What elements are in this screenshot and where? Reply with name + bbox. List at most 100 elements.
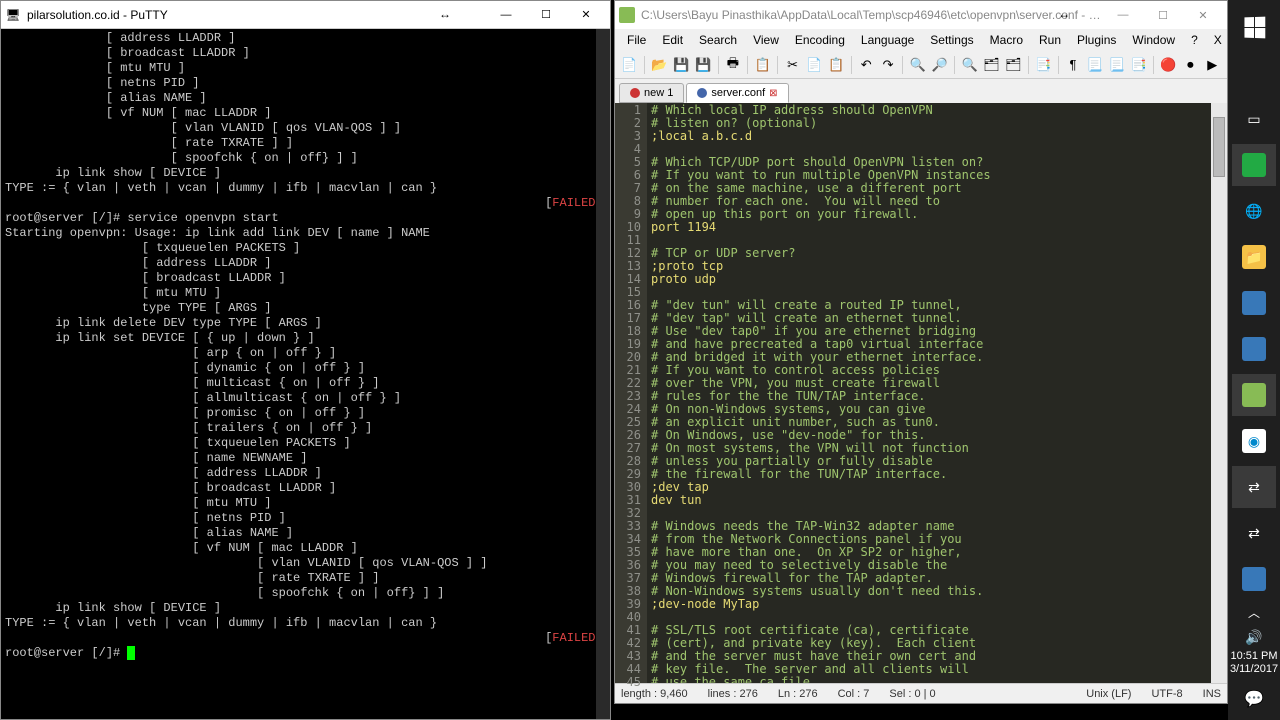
status-col: Col : 7 <box>838 688 870 700</box>
close-button[interactable]: ✕ <box>566 2 606 28</box>
menu-settings[interactable]: Settings <box>922 31 981 49</box>
windows-taskbar: ▭ 🌐 📁 ◉ ⇄ ⇄ ︿ 🔊 10:51 PM 3/11/2017 💬 <box>1228 0 1280 720</box>
chrome-icon: 🌐 <box>1242 199 1266 223</box>
notepadpp-icon <box>1242 383 1266 407</box>
taskbar-app-winscp[interactable] <box>1232 282 1276 324</box>
menu-?[interactable]: ? <box>1183 31 1206 49</box>
toolbar-btn-10[interactable]: ↷ <box>878 54 899 76</box>
toolbar-btn-23[interactable]: ▶ <box>1202 54 1223 76</box>
taskbar-app-transfer[interactable]: ⇄ <box>1232 466 1276 508</box>
tray-volume[interactable]: 🔊 <box>1232 626 1276 648</box>
menu-encoding[interactable]: Encoding <box>787 31 853 49</box>
toolbar-btn-16[interactable]: 📑 <box>1033 54 1054 76</box>
toolbar-btn-1[interactable]: 📂 <box>649 54 670 76</box>
toolbar: 📄📂💾💾🖶📋✂📄📋↶↷🔍🔎🔍🗂🗂📑¶📃📃📑🔴⏺▶ <box>615 51 1227 79</box>
toolbar-btn-18[interactable]: 📃 <box>1084 54 1105 76</box>
clock-time: 10:51 PM <box>1230 650 1278 663</box>
taskbar-app-explorer[interactable]: 📁 <box>1232 236 1276 278</box>
taskbar-app-chrome[interactable]: 🌐 <box>1232 190 1276 232</box>
transfer-icon: ⇄ <box>1242 521 1266 545</box>
task-view-button[interactable]: ▭ <box>1232 98 1276 140</box>
action-center[interactable]: 💬 <box>1232 684 1276 714</box>
maximize-button[interactable]: ☐ <box>526 2 566 28</box>
toolbar-btn-6[interactable]: ✂ <box>782 54 803 76</box>
start-button[interactable] <box>1232 6 1276 48</box>
toolbar-btn-13[interactable]: 🔍 <box>959 54 980 76</box>
status-ln: Ln : 276 <box>778 688 818 700</box>
tab-new-1[interactable]: new 1 <box>619 83 684 103</box>
taskbar-app-teamviewer[interactable]: ◉ <box>1232 420 1276 462</box>
chevron-up-icon: ︿ <box>1248 604 1260 621</box>
menu-macro[interactable]: Macro <box>982 31 1031 49</box>
toolbar-btn-4[interactable]: 🖶 <box>722 54 743 76</box>
code-area[interactable]: # Which local IP address should OpenVPN#… <box>647 103 1211 683</box>
toolbar-btn-21[interactable]: 🔴 <box>1158 54 1179 76</box>
npp-titlebar[interactable]: C:\Users\Bayu Pinasthika\AppData\Local\T… <box>615 1 1227 29</box>
toolbar-btn-20[interactable]: 📑 <box>1128 54 1149 76</box>
menu-file[interactable]: File <box>619 31 654 49</box>
maximize-button[interactable]: ☐ <box>1143 2 1183 28</box>
toolbar-btn-3[interactable]: 💾 <box>693 54 714 76</box>
toolbar-btn-15[interactable]: 🗂 <box>1003 54 1024 76</box>
putty-icon <box>1242 153 1266 177</box>
taskbar-app-transfer2[interactable]: ⇄ <box>1232 512 1276 554</box>
winscp-icon <box>1242 337 1266 361</box>
status-ins: INS <box>1203 688 1221 700</box>
toolbar-btn-12[interactable]: 🔎 <box>929 54 950 76</box>
toolbar-btn-2[interactable]: 💾 <box>671 54 692 76</box>
menu-search[interactable]: Search <box>691 31 745 49</box>
menu-close[interactable]: X <box>1206 31 1230 49</box>
status-length: length : 9,460 <box>621 688 688 700</box>
folder-icon: 📁 <box>1242 245 1266 269</box>
menu-window[interactable]: Window <box>1124 31 1183 49</box>
scrollbar-thumb[interactable] <box>1213 117 1225 177</box>
editor: 1234567891011121314151617181920212223242… <box>615 103 1227 683</box>
toolbar-btn-11[interactable]: 🔍 <box>907 54 928 76</box>
resize-handle-icon[interactable]: ↔ <box>439 7 451 21</box>
putty-icon: 🖥 <box>5 7 21 23</box>
menu-edit[interactable]: Edit <box>654 31 691 49</box>
close-button[interactable]: ✕ <box>1183 2 1223 28</box>
toolbar-btn-22[interactable]: ⏺ <box>1180 54 1201 76</box>
scrollbar[interactable] <box>596 29 610 719</box>
menu-bar: FileEditSearchViewEncodingLanguageSettin… <box>615 29 1227 51</box>
clock[interactable]: 10:51 PM 3/11/2017 <box>1230 650 1278 676</box>
npp-title: C:\Users\Bayu Pinasthika\AppData\Local\T… <box>641 8 1103 22</box>
taskbar-app-notes[interactable] <box>1232 558 1276 600</box>
taskbar-app-winscp2[interactable] <box>1232 328 1276 370</box>
toolbar-btn-0[interactable]: 📄 <box>619 54 640 76</box>
toolbar-btn-9[interactable]: ↶ <box>856 54 877 76</box>
volume-icon: 🔊 <box>1245 629 1262 646</box>
menu-view[interactable]: View <box>745 31 787 49</box>
menu-language[interactable]: Language <box>853 31 922 49</box>
terminal-content[interactable]: [ address LLADDR ] [ broadcast LLADDR ] … <box>1 29 610 719</box>
scrollbar[interactable] <box>1211 103 1227 683</box>
toolbar-btn-8[interactable]: 📋 <box>826 54 847 76</box>
toolbar-btn-17[interactable]: ¶ <box>1063 54 1084 76</box>
tab-bar: new 1server.conf⊠ <box>615 79 1227 103</box>
toolbar-btn-5[interactable]: 📋 <box>752 54 773 76</box>
transfer-icon: ⇄ <box>1242 475 1266 499</box>
tray-expand[interactable]: ︿ <box>1232 602 1276 622</box>
toolbar-btn-19[interactable]: 📃 <box>1106 54 1127 76</box>
menu-plugins[interactable]: Plugins <box>1069 31 1124 49</box>
toolbar-btn-7[interactable]: 📄 <box>804 54 825 76</box>
taskbar-app-notepadpp[interactable] <box>1232 374 1276 416</box>
cortana-button[interactable] <box>1232 52 1276 94</box>
toolbar-btn-14[interactable]: 🗂 <box>981 54 1002 76</box>
tab-server.conf[interactable]: server.conf⊠ <box>686 83 788 103</box>
menu-run[interactable]: Run <box>1031 31 1069 49</box>
npp-icon <box>619 7 635 23</box>
status-eol: Unix (LF) <box>1086 688 1131 700</box>
clock-date: 3/11/2017 <box>1230 663 1278 676</box>
line-gutter: 1234567891011121314151617181920212223242… <box>615 103 647 683</box>
notification-icon: 💬 <box>1244 689 1264 709</box>
status-enc: UTF-8 <box>1151 688 1182 700</box>
status-bar: length : 9,460 lines : 276 Ln : 276 Col … <box>615 683 1227 703</box>
resize-handle-icon[interactable]: ↔ <box>1058 7 1070 21</box>
taskview-icon: ▭ <box>1242 107 1266 131</box>
putty-titlebar[interactable]: 🖥 pilarsolution.co.id - PuTTY — ☐ ✕ <box>1 1 610 29</box>
taskbar-app-putty[interactable] <box>1232 144 1276 186</box>
minimize-button[interactable]: — <box>486 2 526 28</box>
minimize-button[interactable]: — <box>1103 2 1143 28</box>
